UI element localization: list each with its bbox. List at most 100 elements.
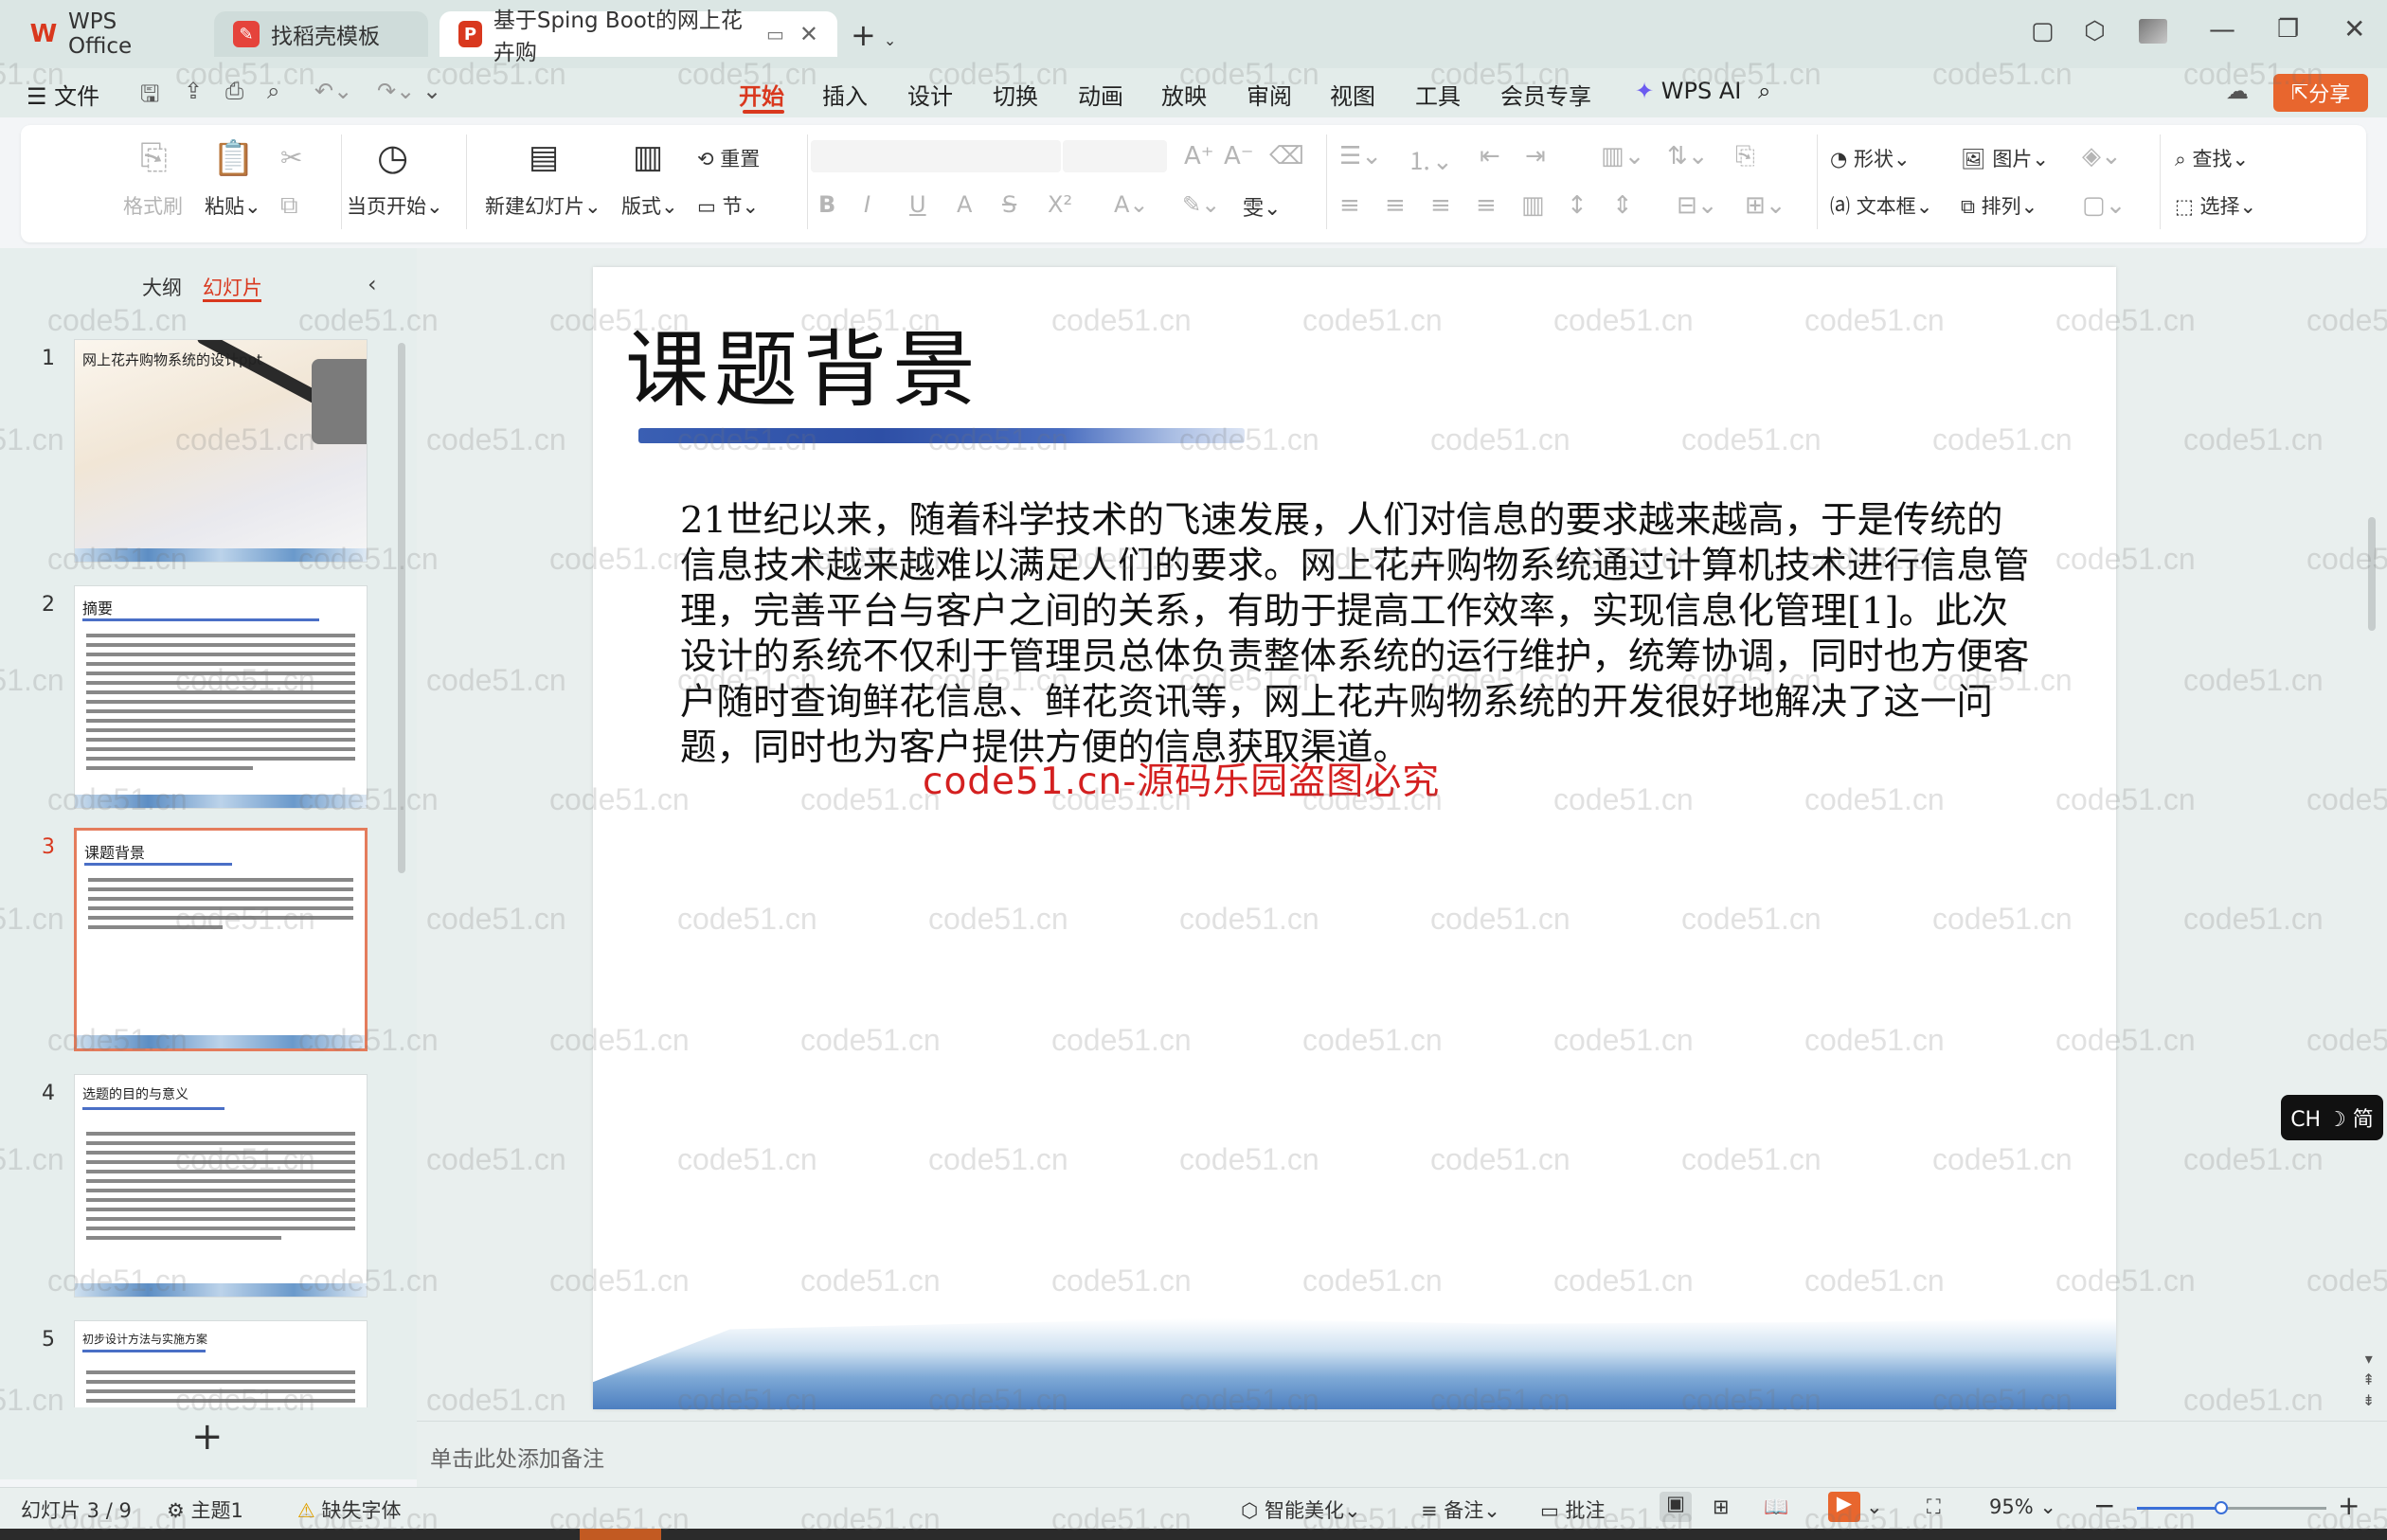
add-slide-button[interactable]: + (191, 1415, 224, 1459)
outdent-icon[interactable]: ⇤ (1480, 142, 1500, 170)
minimize-icon[interactable]: — (2209, 13, 2235, 45)
align-right-icon[interactable]: ≡ (1430, 191, 1451, 220)
shadow-icon[interactable]: A (957, 191, 972, 218)
font-color-icon[interactable]: A⌄ (1114, 191, 1149, 218)
cube-icon[interactable]: ⬡ (2084, 17, 2106, 45)
outline-icon[interactable]: ▢⌄ (2082, 191, 2126, 220)
shape-button[interactable]: ◔ 形状⌄ (1830, 144, 1911, 172)
play-icon[interactable]: ◷ (377, 136, 408, 178)
tab-transitions[interactable]: 切换 (993, 78, 1038, 111)
paragraph-spacing-icon[interactable]: ⇕ (1612, 191, 1633, 220)
select-button[interactable]: ⬚ 选择⌄ (2175, 191, 2256, 220)
thumbnail-scrollbar[interactable] (398, 343, 405, 873)
tab-insert[interactable]: 插入 (822, 78, 868, 111)
decrease-font-icon[interactable]: A⁻ (1224, 142, 1254, 170)
format-painter-icon[interactable]: ⎘ (140, 138, 168, 178)
bullet-list-icon[interactable]: ☰⌄ (1339, 142, 1382, 170)
superscript-icon[interactable]: X² (1048, 191, 1072, 218)
copy-icon[interactable]: ⧉ (280, 191, 298, 221)
chevron-down-icon[interactable]: ⌄ (1866, 1495, 1883, 1518)
redo-icon[interactable]: ↷⌄ (377, 78, 415, 104)
slide-thumbnail-4[interactable]: 选题的目的与意义 (74, 1074, 368, 1298)
columns-icon[interactable]: ▥⌄ (1601, 142, 1644, 170)
reading-view-icon[interactable]: 📖 (1764, 1495, 1788, 1519)
highlight-icon[interactable]: ✎⌄ (1182, 191, 1220, 218)
font-size-select[interactable] (1063, 140, 1167, 172)
find-button[interactable]: ⌕ 查找⌄ (2175, 144, 2249, 172)
tab-animations[interactable]: 动画 (1078, 78, 1123, 111)
layout-button[interactable]: 版式⌄ (621, 191, 678, 220)
distribute-icon[interactable]: ▥ (1521, 191, 1545, 220)
tab-outline[interactable]: 大纲 (142, 273, 182, 301)
notes-placeholder[interactable]: 单击此处添加备注 (430, 1441, 604, 1473)
wps-ai-button[interactable]: ✦ WPS AI (1635, 78, 1741, 104)
paste-button[interactable]: 粘贴⌄ (205, 191, 261, 220)
tab-current-presentation[interactable]: P 基于Sping Boot的网上花卉购 ▭ ✕ (440, 9, 837, 65)
new-slide-button[interactable]: 新建幻灯片⌄ (485, 191, 601, 220)
export-icon[interactable]: ⇪ (184, 78, 203, 104)
maximize-icon[interactable]: ❐ (2277, 15, 2299, 44)
tab-slides[interactable]: 幻灯片 (203, 273, 262, 301)
arrange-button[interactable]: ⧉ 排列⌄ (1961, 191, 2037, 220)
slide-thumbnail-2[interactable]: 摘要 (74, 585, 368, 809)
layout-icon[interactable]: ▢ (2031, 17, 2055, 45)
convert-icon[interactable]: ⎘ (1735, 142, 1755, 171)
underline-icon[interactable]: U (909, 191, 926, 218)
collapse-panel-icon[interactable]: ‹ (368, 271, 377, 297)
save-icon[interactable]: 🖫 (140, 78, 159, 116)
notes-toggle-button[interactable]: ≡ 备注⌄ (1421, 1495, 1500, 1524)
theme-button[interactable]: ⚙ 主题1 (167, 1495, 243, 1524)
monitor-icon[interactable]: ▭ (766, 23, 784, 45)
new-slide-icon[interactable]: ▤ (529, 138, 559, 176)
print-icon[interactable]: ⎙ (225, 78, 243, 104)
numbered-list-icon[interactable]: ⒈⌄ (1408, 142, 1453, 177)
clear-format-icon[interactable]: ⌫ (1269, 142, 1304, 170)
file-menu[interactable]: ☰ 文件 (27, 78, 99, 111)
align-center-icon[interactable]: ≡ (1385, 191, 1406, 220)
picture-button[interactable]: 🖼 图片⌄ (1961, 144, 2049, 172)
slide-title[interactable]: 课题背景 (625, 303, 981, 423)
tab-review[interactable]: 审阅 (1247, 78, 1292, 111)
cut-icon[interactable]: ✂ (280, 142, 302, 173)
align-left-icon[interactable]: ≡ (1339, 191, 1360, 220)
missing-font-button[interactable]: ⚠ 缺失字体 (297, 1495, 402, 1524)
comments-button[interactable]: ▭ 批注 (1540, 1495, 1606, 1524)
search-icon[interactable]: ⌕ (1758, 78, 1770, 104)
print-preview-icon[interactable]: ⌕ (267, 78, 279, 104)
slide-thumbnail-3[interactable]: 课题背景 (74, 828, 368, 1051)
tab-tools[interactable]: 工具 (1415, 78, 1461, 111)
zoom-slider-thumb[interactable] (2215, 1501, 2228, 1514)
fit-window-icon[interactable]: ⛶ (1927, 1495, 1941, 1519)
new-tab-button[interactable]: + ⌄ (851, 17, 896, 53)
tab-design[interactable]: 设计 (907, 78, 953, 111)
strikethrough-icon[interactable]: S (1002, 191, 1016, 218)
normal-view-icon[interactable]: ▣ (1660, 1492, 1692, 1522)
valign-icon[interactable]: ⊟⌄ (1677, 191, 1718, 220)
increase-font-icon[interactable]: A⁺ (1184, 142, 1214, 170)
phonetic-icon[interactable]: 雯⌄ (1243, 191, 1281, 222)
notes-pane[interactable]: 单击此处添加备注 (417, 1421, 2387, 1487)
close-tab-icon[interactable]: ✕ (799, 21, 818, 47)
slide-thumbnail-5[interactable]: 初步设计方法与实施方案 (74, 1320, 368, 1407)
format-painter-button[interactable]: 格式刷 (123, 191, 183, 220)
tab-home[interactable]: 开始 (739, 78, 784, 111)
close-window-icon[interactable]: ✕ (2343, 13, 2365, 45)
slide-canvas[interactable]: 课题背景 21世纪以来，随着科学技术的飞速发展，人们对信息的要求越来越高，于是传… (593, 267, 2116, 1409)
zoom-out-icon[interactable]: − (2093, 1490, 2115, 1521)
bold-icon[interactable]: B (818, 191, 835, 218)
indent-icon[interactable]: ⇥ (1525, 142, 1546, 170)
tab-membership[interactable]: 会员专享 (1500, 78, 1591, 111)
textbox-button[interactable]: ⒜ 文本框⌄ (1830, 191, 1932, 220)
more-chevron-icon[interactable]: ⌄ (422, 78, 441, 104)
beautify-button[interactable]: ⬡ 智能美化⌄ (1241, 1495, 1361, 1524)
canvas-scrollbar[interactable] (2368, 517, 2376, 631)
slide-thumbnail-1[interactable]: 网上花卉购物系统的设计ppt (74, 339, 368, 563)
tab-wps-office[interactable]: W WPS Office (11, 9, 201, 59)
tab-slideshow[interactable]: 放映 (1161, 78, 1207, 111)
tab-docer-templates[interactable]: ✎ 找稻壳模板 (214, 11, 428, 57)
zoom-level[interactable]: 95% ⌄ (1989, 1495, 2056, 1518)
fill-icon[interactable]: ◈⌄ (2082, 142, 2122, 170)
justify-icon[interactable]: ≡ (1476, 191, 1497, 220)
reset-button[interactable]: ⟲ 重置 (697, 144, 760, 172)
section-button[interactable]: ▭ 节⌄ (697, 191, 759, 220)
